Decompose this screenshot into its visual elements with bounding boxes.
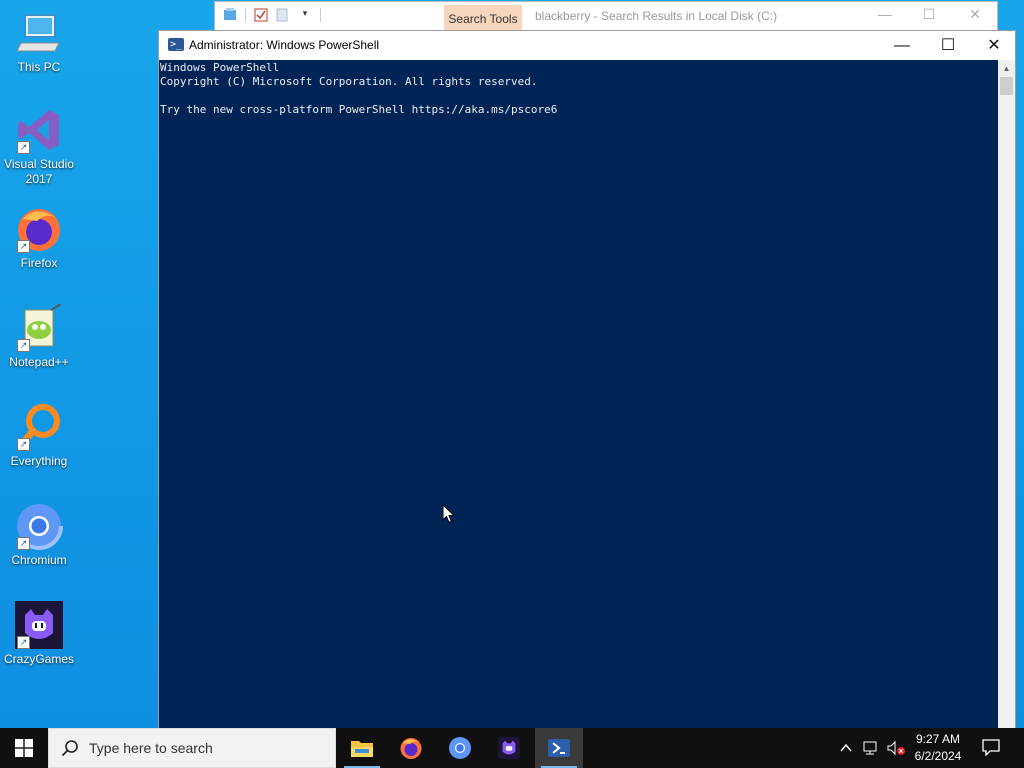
close-button[interactable]: ✕ <box>971 31 1017 60</box>
desktop-icon-label: This PC <box>17 60 61 74</box>
new-folder-icon[interactable] <box>276 8 290 22</box>
chromium-icon: ↗ <box>15 502 63 550</box>
visual-studio-icon: ↗ <box>15 106 63 154</box>
properties-icon[interactable] <box>254 8 268 22</box>
console-line: Windows PowerShell <box>160 61 280 74</box>
clock-date: 6/2/2024 <box>914 749 962 763</box>
windows-logo-icon <box>15 739 33 757</box>
desktop: This PC ↗ Visual Studio 2017 ↗ Firefox ↗… <box>0 0 1024 728</box>
volume-muted-icon[interactable] <box>886 740 905 756</box>
explorer-window[interactable]: ▾ Search Tools blackberry - Search Resul… <box>214 1 998 31</box>
desktop-icon-label: Firefox <box>20 256 58 270</box>
crazygames-icon: ↗ <box>15 601 63 649</box>
search-input[interactable] <box>89 729 329 767</box>
desktop-icon-this-pc[interactable]: This PC <box>1 9 77 75</box>
taskbar-file-explorer[interactable] <box>338 728 386 768</box>
this-pc-icon <box>15 9 63 57</box>
toolbar-divider <box>245 8 246 22</box>
notepadpp-icon: ↗ <box>15 303 63 352</box>
explorer-minimize-button[interactable]: — <box>865 6 905 26</box>
desktop-icon-label: Visual Studio 2017 <box>4 157 74 186</box>
desktop-icon-label: Chromium <box>11 553 67 567</box>
desktop-icon-firefox[interactable]: ↗ Firefox <box>1 205 77 271</box>
toolbar-divider <box>320 8 321 22</box>
shortcut-arrow-icon: ↗ <box>17 240 30 253</box>
network-icon[interactable] <box>862 740 878 756</box>
everything-icon: ↗ <box>15 403 63 451</box>
file-explorer-icon <box>351 741 373 757</box>
vertical-scrollbar[interactable]: ▲ <box>998 60 1015 728</box>
explorer-close-button[interactable]: ✕ <box>955 6 995 26</box>
powershell-titlebar[interactable]: >_ Administrator: Windows PowerShell — ☐… <box>159 31 1015 60</box>
scroll-up-arrow-icon[interactable]: ▲ <box>998 60 1015 77</box>
console-line: Try the new cross-platform PowerShell ht… <box>160 103 558 116</box>
chromium-icon <box>449 737 471 759</box>
shortcut-arrow-icon: ↗ <box>17 141 30 154</box>
taskbar-powershell[interactable] <box>535 728 583 768</box>
desktop-icon-chromium[interactable]: ↗ Chromium <box>1 502 77 568</box>
taskbar-clock[interactable]: 9:27 AM 6/2/2024 <box>906 731 970 765</box>
firefox-icon: ↗ <box>15 205 63 253</box>
scrollbar-thumb[interactable] <box>1000 77 1013 95</box>
taskbar-firefox[interactable] <box>387 728 435 768</box>
console-line: Copyright (C) Microsoft Corporation. All… <box>160 75 538 88</box>
shortcut-arrow-icon: ↗ <box>17 537 30 550</box>
taskbar-chromium[interactable] <box>436 728 484 768</box>
desktop-icon-label: Notepad++ <box>9 355 69 369</box>
desktop-icon-notepadpp[interactable]: ↗ Notepad++ <box>1 303 77 370</box>
firefox-icon <box>400 738 422 759</box>
taskbar-search-box[interactable] <box>48 728 336 768</box>
clock-time: 9:27 AM <box>915 732 961 746</box>
powershell-icon: >_ <box>168 38 184 51</box>
search-tools-tab[interactable]: Search Tools <box>444 5 522 31</box>
explorer-title: blackberry - Search Results in Local Dis… <box>535 9 778 23</box>
customize-toolbar-icon[interactable]: ▾ <box>298 8 312 22</box>
taskbar: 9:27 AM 6/2/2024 <box>0 728 1024 768</box>
start-button[interactable] <box>0 728 48 768</box>
show-hidden-icons-chevron-up-icon[interactable] <box>838 740 854 756</box>
crazygames-icon <box>498 737 520 759</box>
desktop-icon-visual-studio[interactable]: ↗ Visual Studio 2017 <box>1 106 77 187</box>
shortcut-arrow-icon: ↗ <box>17 438 30 451</box>
shortcut-arrow-icon: ↗ <box>17 636 30 649</box>
explorer-maximize-button[interactable]: ☐ <box>909 6 949 26</box>
powershell-icon <box>548 739 570 757</box>
powershell-window[interactable]: >_ Administrator: Windows PowerShell — ☐… <box>158 30 1016 728</box>
console-output[interactable]: Windows PowerShell Copyright (C) Microso… <box>159 60 999 728</box>
file-explorer-icon[interactable] <box>223 8 237 22</box>
desktop-icon-crazygames[interactable]: ↗ CrazyGames <box>1 601 77 667</box>
minimize-button[interactable]: — <box>879 31 925 60</box>
maximize-button[interactable]: ☐ <box>925 31 971 60</box>
action-center-notification-icon[interactable] <box>982 738 1000 756</box>
window-title: Administrator: Windows PowerShell <box>189 38 380 52</box>
shortcut-arrow-icon: ↗ <box>17 339 30 352</box>
desktop-icon-label: Everything <box>10 454 68 468</box>
desktop-icon-everything[interactable]: ↗ Everything <box>1 403 77 469</box>
search-icon <box>61 740 78 757</box>
taskbar-crazygames[interactable] <box>485 728 533 768</box>
mouse-cursor-icon <box>442 504 456 524</box>
desktop-icon-label: CrazyGames <box>3 652 74 666</box>
quick-access-toolbar: ▾ <box>223 8 321 22</box>
